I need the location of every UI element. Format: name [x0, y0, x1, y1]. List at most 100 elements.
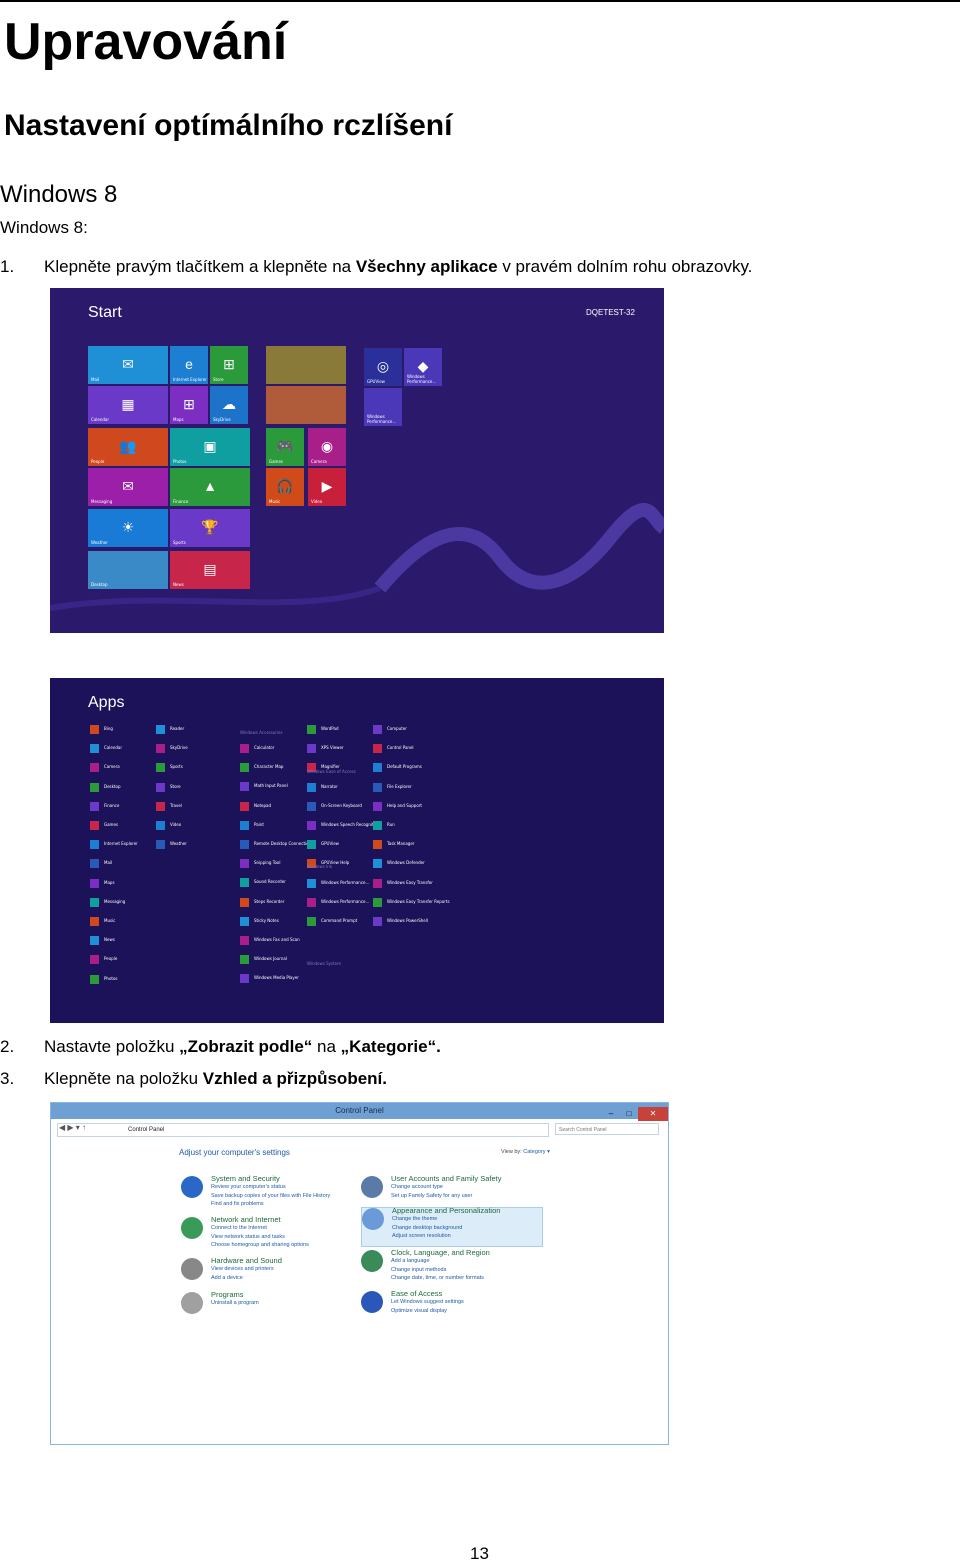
category-link[interactable]: Connect to the Internet [211, 1225, 267, 1231]
start-tile[interactable]: Windows Performance... [364, 388, 402, 426]
search-input[interactable]: Search Control Panel [555, 1123, 659, 1135]
app-label: Messaging [104, 898, 126, 904]
category-title[interactable]: Ease of Access [391, 1289, 442, 1298]
start-tile[interactable]: ▲ Finance [170, 468, 250, 506]
step-bold: „Zobrazit podle“ [179, 1037, 313, 1056]
start-tile[interactable]: ✉ Messaging [88, 468, 168, 506]
category-link[interactable]: Review your computer's status [211, 1184, 286, 1190]
category-title[interactable]: Clock, Language, and Region [391, 1248, 490, 1257]
close-icon[interactable]: ✕ [638, 1107, 668, 1121]
category-link[interactable]: View network status and tasks [211, 1234, 285, 1240]
start-tile[interactable]: ⊞ Maps [170, 386, 208, 424]
app-label: Travel [170, 802, 182, 808]
app-label: Calendar [104, 745, 122, 751]
category-link[interactable]: Adjust screen resolution [392, 1233, 451, 1239]
app-label: Mail [104, 860, 113, 866]
app-icon [156, 744, 165, 754]
start-tile[interactable] [266, 386, 346, 424]
tile-label: Desktop [91, 582, 108, 587]
minimize-icon[interactable]: – [602, 1107, 620, 1121]
app-label: Task Manager [387, 841, 415, 847]
start-tile[interactable]: 👥 People [88, 428, 168, 466]
app-label: GPUView [321, 841, 339, 847]
category-link[interactable]: Change date, time, or number formats [391, 1275, 484, 1281]
start-tile[interactable]: ◆ Windows Performance... [404, 348, 442, 386]
app-icon [90, 936, 99, 946]
tile-icon: ▣ [203, 438, 217, 454]
cp-category[interactable]: User Accounts and Family Safety Change ac… [361, 1174, 531, 1205]
app-label: Remote Desktop Connection [254, 841, 312, 846]
category-title[interactable]: Network and Internet [211, 1215, 281, 1224]
start-tile[interactable]: ✉ Mail [88, 346, 168, 384]
start-tile[interactable]: ☁ SkyDrive [210, 386, 248, 424]
cp-category[interactable]: Clock, Language, and Region Add a languag… [361, 1248, 531, 1288]
category-link[interactable]: Optimize visual display [391, 1308, 447, 1314]
cp-category[interactable]: Network and Internet Connect to the Inter… [181, 1215, 351, 1255]
start-tile[interactable]: ☀ Weather [88, 509, 168, 547]
category-link[interactable]: Change desktop background [392, 1225, 462, 1231]
category-link[interactable]: Set up Family Safety for any user [391, 1193, 472, 1199]
start-tile[interactable]: ◎ GPUView [364, 348, 402, 386]
cp-category[interactable]: Ease of Access Let Windows suggest settin… [361, 1289, 531, 1320]
apps-screen-screenshot: Apps Bing Calendar Camera Desktop Finance Gam… [50, 678, 664, 1023]
category-title[interactable]: Programs [211, 1290, 244, 1299]
start-tile[interactable]: 🎧 Music [266, 468, 304, 506]
category-icon [361, 1291, 383, 1313]
category-link[interactable]: Change the theme [392, 1216, 437, 1222]
cp-category[interactable]: Appearance and Personalization Change the… [361, 1206, 543, 1247]
app-icon [90, 821, 99, 830]
category-link[interactable]: View devices and printers [211, 1266, 274, 1272]
category-link[interactable]: Uninstall a program [211, 1300, 259, 1306]
intro-text: Windows 8: [0, 218, 88, 237]
tile-label: GPUView [367, 379, 385, 384]
start-tile[interactable] [266, 346, 346, 384]
app-label: Weather [170, 841, 187, 847]
address-text: Control Panel [128, 1127, 165, 1133]
start-tile[interactable]: e Internet Explorer [170, 346, 208, 384]
address-bar[interactable]: Control Panel [57, 1123, 549, 1137]
category-title[interactable]: User Accounts and Family Safety [391, 1174, 501, 1183]
app-icon [156, 782, 165, 792]
category-title[interactable]: Appearance and Personalization [392, 1206, 500, 1215]
category-link[interactable]: Let Windows suggest settings [391, 1299, 464, 1305]
app-label: Camera [104, 764, 120, 770]
tile-icon: ▲ [203, 478, 217, 494]
start-tile[interactable]: Desktop [88, 551, 168, 589]
app-label: Windows Performance... [321, 879, 370, 885]
cp-category[interactable]: System and Security Review your computer'… [181, 1174, 351, 1214]
start-tile[interactable]: 🏆 Sports [170, 509, 250, 547]
app-group-header: Windows System [307, 961, 342, 966]
category-title[interactable]: System and Security [211, 1174, 280, 1183]
start-tile[interactable]: ⊞ Store [210, 346, 248, 384]
start-tile[interactable]: ▶ Video [308, 468, 346, 506]
category-link[interactable]: Choose homegroup and sharing options [211, 1242, 309, 1248]
tile-label: Mail [91, 377, 100, 382]
app-label: Control Panel [387, 745, 414, 751]
start-tile[interactable]: 🎮 Games [266, 428, 304, 466]
app-icon [90, 782, 99, 792]
tile-icon: 🎮 [276, 438, 294, 454]
step-text: Klepněte pravým tlačítkem a klepněte na [44, 257, 356, 276]
cp-category[interactable]: Programs Uninstall a program [181, 1290, 351, 1314]
view-by-value[interactable]: Category ▾ [523, 1149, 550, 1155]
start-tile[interactable]: ◉ Camera [308, 428, 346, 466]
start-tile[interactable]: ▤ News [170, 551, 250, 589]
category-link[interactable]: Save backup copies of your files with Fi… [211, 1193, 330, 1199]
category-link[interactable]: Find and fix problems [211, 1201, 264, 1207]
category-link[interactable]: Add a device [211, 1275, 243, 1281]
category-title[interactable]: Hardware and Sound [211, 1256, 282, 1265]
cp-category[interactable]: Hardware and Sound View devices and print… [181, 1256, 351, 1287]
step-text: Nastavte položku [44, 1037, 180, 1056]
category-link[interactable]: Change input methods [391, 1267, 446, 1273]
app-icon [307, 878, 316, 888]
maximize-icon[interactable]: □ [620, 1107, 638, 1121]
app-icon [90, 878, 99, 888]
category-link[interactable]: Change account type [391, 1184, 443, 1190]
category-icon [181, 1217, 203, 1239]
start-tile[interactable]: ▦ Calendar [88, 386, 168, 424]
view-by[interactable]: View by: Category ▾ [501, 1149, 550, 1155]
category-link[interactable]: Add a language [391, 1258, 430, 1264]
app-label: Games [104, 822, 118, 827]
start-tile[interactable]: ▣ Photos [170, 428, 250, 466]
app-icon [90, 917, 99, 926]
